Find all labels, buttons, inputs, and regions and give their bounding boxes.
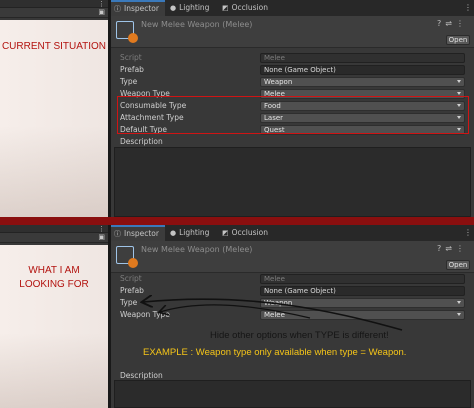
annotation-arrow	[0, 0, 403, 331]
